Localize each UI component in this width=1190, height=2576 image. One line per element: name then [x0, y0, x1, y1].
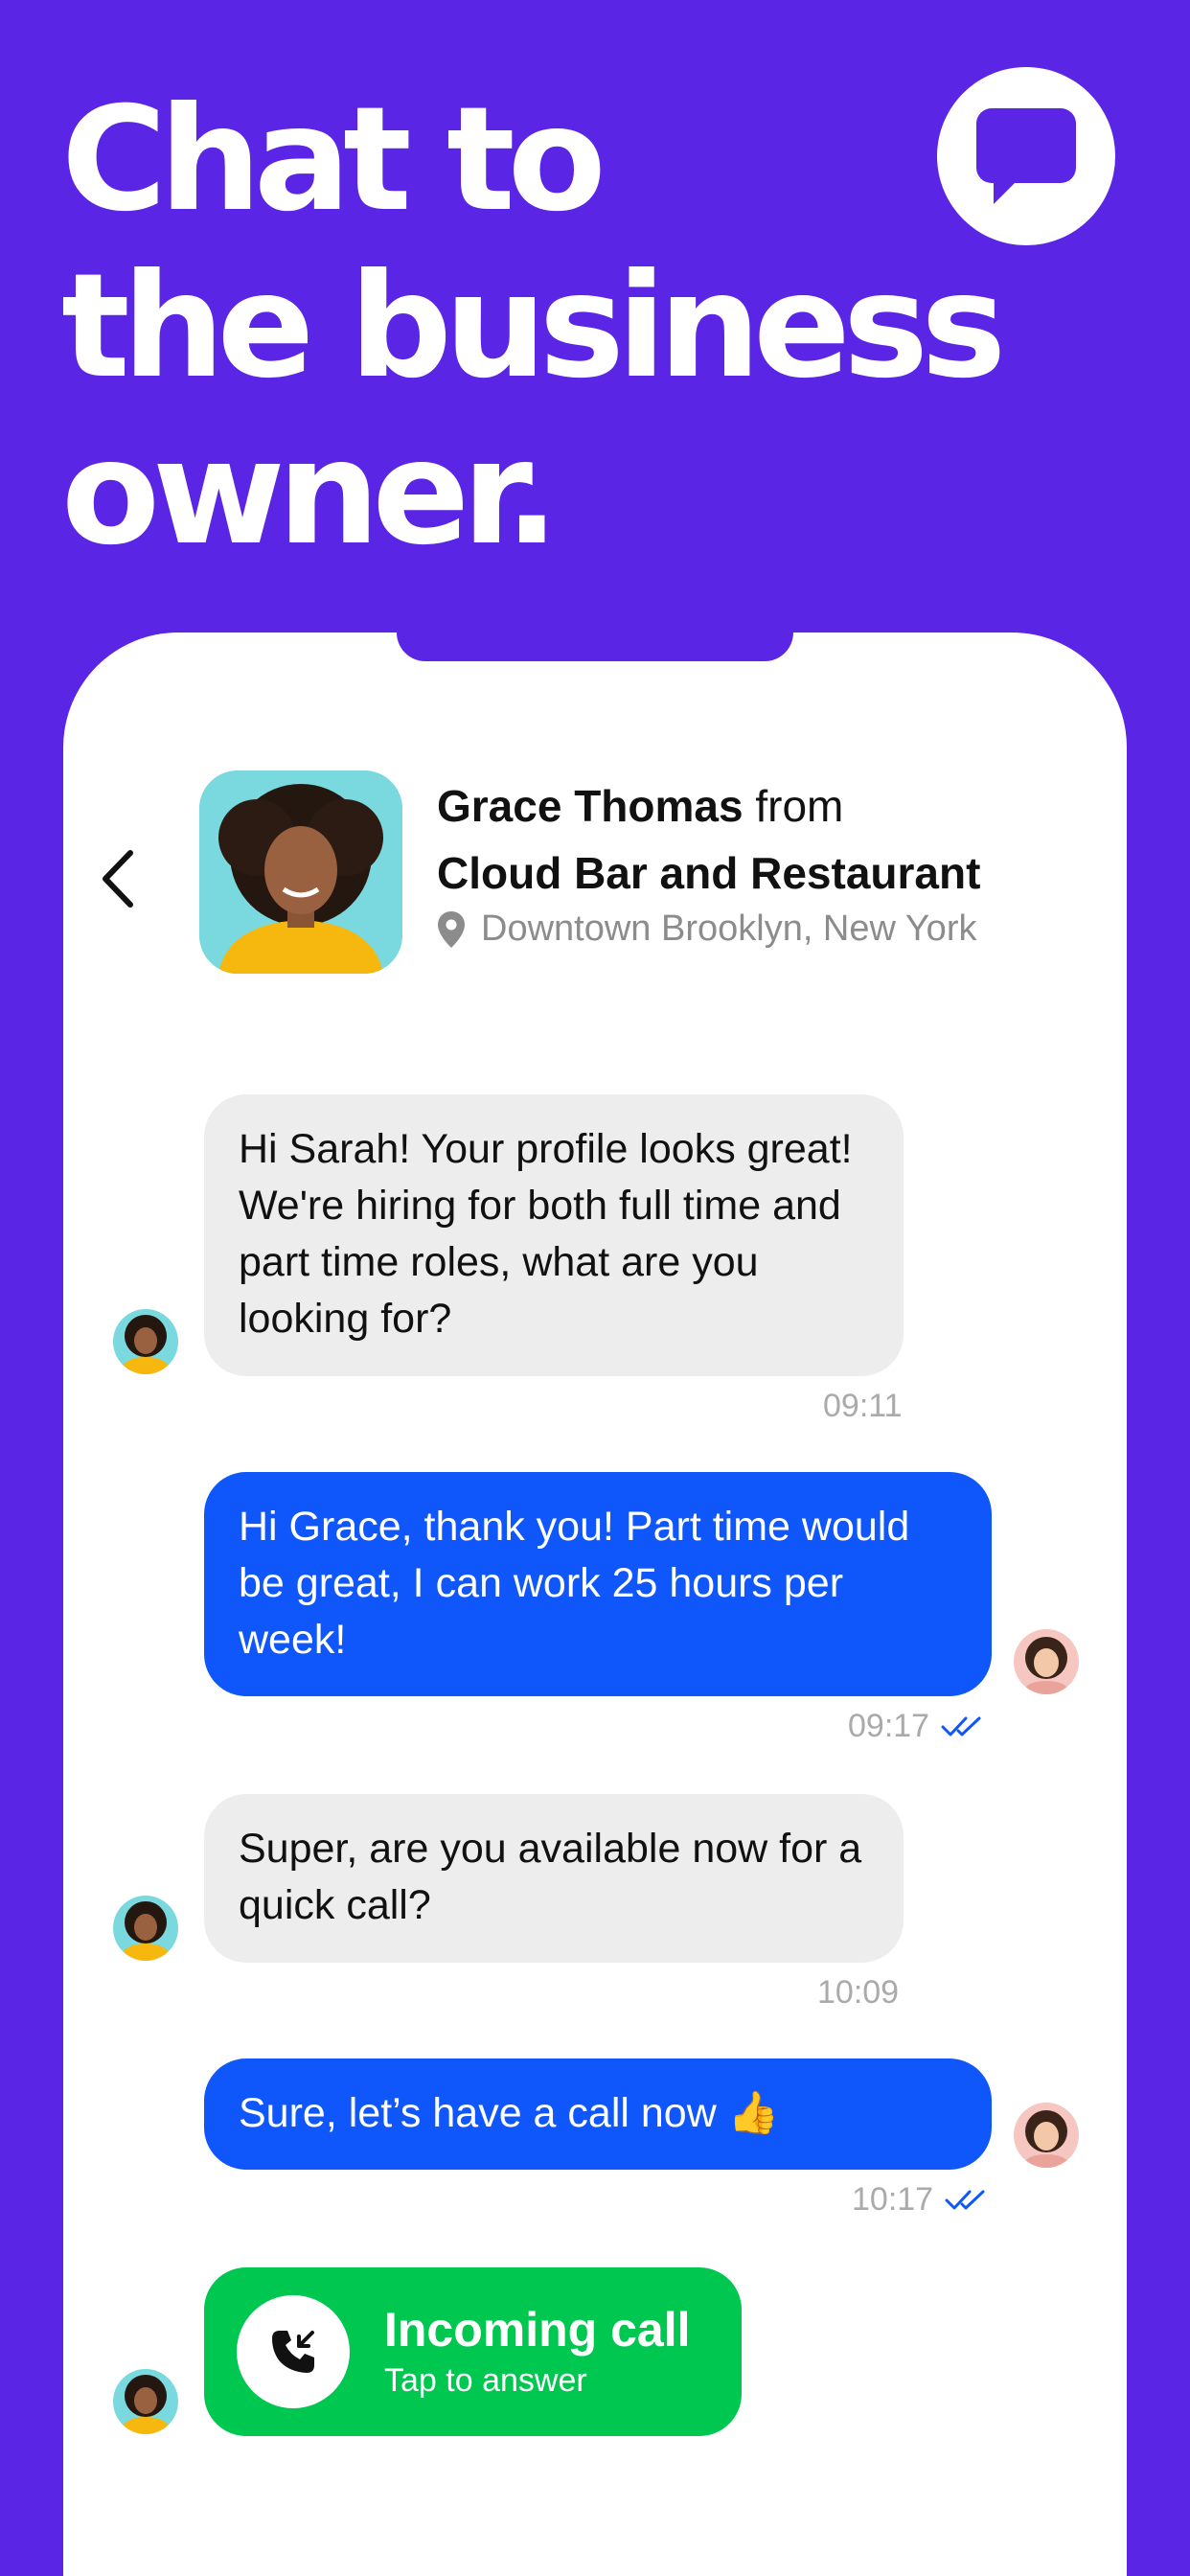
chat-bubble-icon	[976, 108, 1076, 204]
headline-line-3: owner.	[61, 410, 560, 577]
call-title: Incoming call	[384, 2303, 691, 2357]
message-time: 09:17	[848, 1708, 930, 1744]
message-bubble-incoming: Super, are you available now for a quick…	[204, 1794, 904, 1963]
message-time-row: 09:17	[848, 1708, 985, 1745]
owner-name: Grace Thomas	[437, 781, 744, 831]
call-text: Incoming call Tap to answer	[384, 2301, 691, 2403]
chat-logo	[937, 67, 1115, 245]
phone-screen: Grace Thomas from Cloud Bar and Restaura…	[63, 632, 1127, 2576]
location-text: Downtown Brooklyn, New York	[481, 908, 977, 949]
headline-line-2: the business	[61, 243, 1006, 410]
business-mini-avatar	[113, 2369, 178, 2434]
phone-incoming-icon	[272, 2331, 314, 2373]
message-time: 09:11	[823, 1388, 903, 1424]
message-bubble-outgoing: Sure, let’s have a call now 👍	[204, 2058, 992, 2170]
message-time-row: 10:17	[852, 2181, 989, 2219]
headline: Chat to the business owner.	[61, 77, 1019, 577]
incoming-call-button[interactable]: Incoming call Tap to answer	[204, 2267, 742, 2436]
header-business-line: Cloud Bar and Restaurant	[437, 840, 1108, 907]
back-button[interactable]	[96, 845, 144, 912]
location-pin-icon	[438, 910, 465, 948]
location-row: Downtown Brooklyn, New York	[437, 908, 1108, 950]
user-mini-avatar	[1014, 1629, 1079, 1694]
business-mini-avatar	[113, 1309, 178, 1374]
phone-notch	[397, 632, 793, 661]
user-mini-avatar	[1014, 2103, 1079, 2168]
chevron-left-icon	[103, 850, 133, 908]
answer-call-button[interactable]	[237, 2295, 350, 2408]
header-name-line: Grace Thomas from	[437, 772, 1108, 840]
double-check-icon	[945, 2190, 985, 2209]
call-subtitle: Tap to answer	[384, 2362, 587, 2399]
message-time: 10:09	[817, 1974, 900, 2011]
headline-line-1: Chat to	[61, 77, 606, 243]
message-time: 10:17	[852, 2181, 934, 2218]
business-name: Cloud Bar and Restaurant	[437, 848, 981, 898]
business-mini-avatar	[113, 1896, 178, 1961]
message-bubble-outgoing: Hi Grace, thank you! Part time would be …	[204, 1472, 992, 1696]
message-bubble-incoming: Hi Sarah! Your profile looks great! We'r…	[204, 1094, 904, 1376]
chat-header: Grace Thomas from Cloud Bar and Restaura…	[437, 772, 1108, 950]
double-check-icon	[941, 1716, 981, 1736]
business-owner-avatar[interactable]	[199, 770, 402, 974]
from-label: from	[755, 781, 844, 831]
